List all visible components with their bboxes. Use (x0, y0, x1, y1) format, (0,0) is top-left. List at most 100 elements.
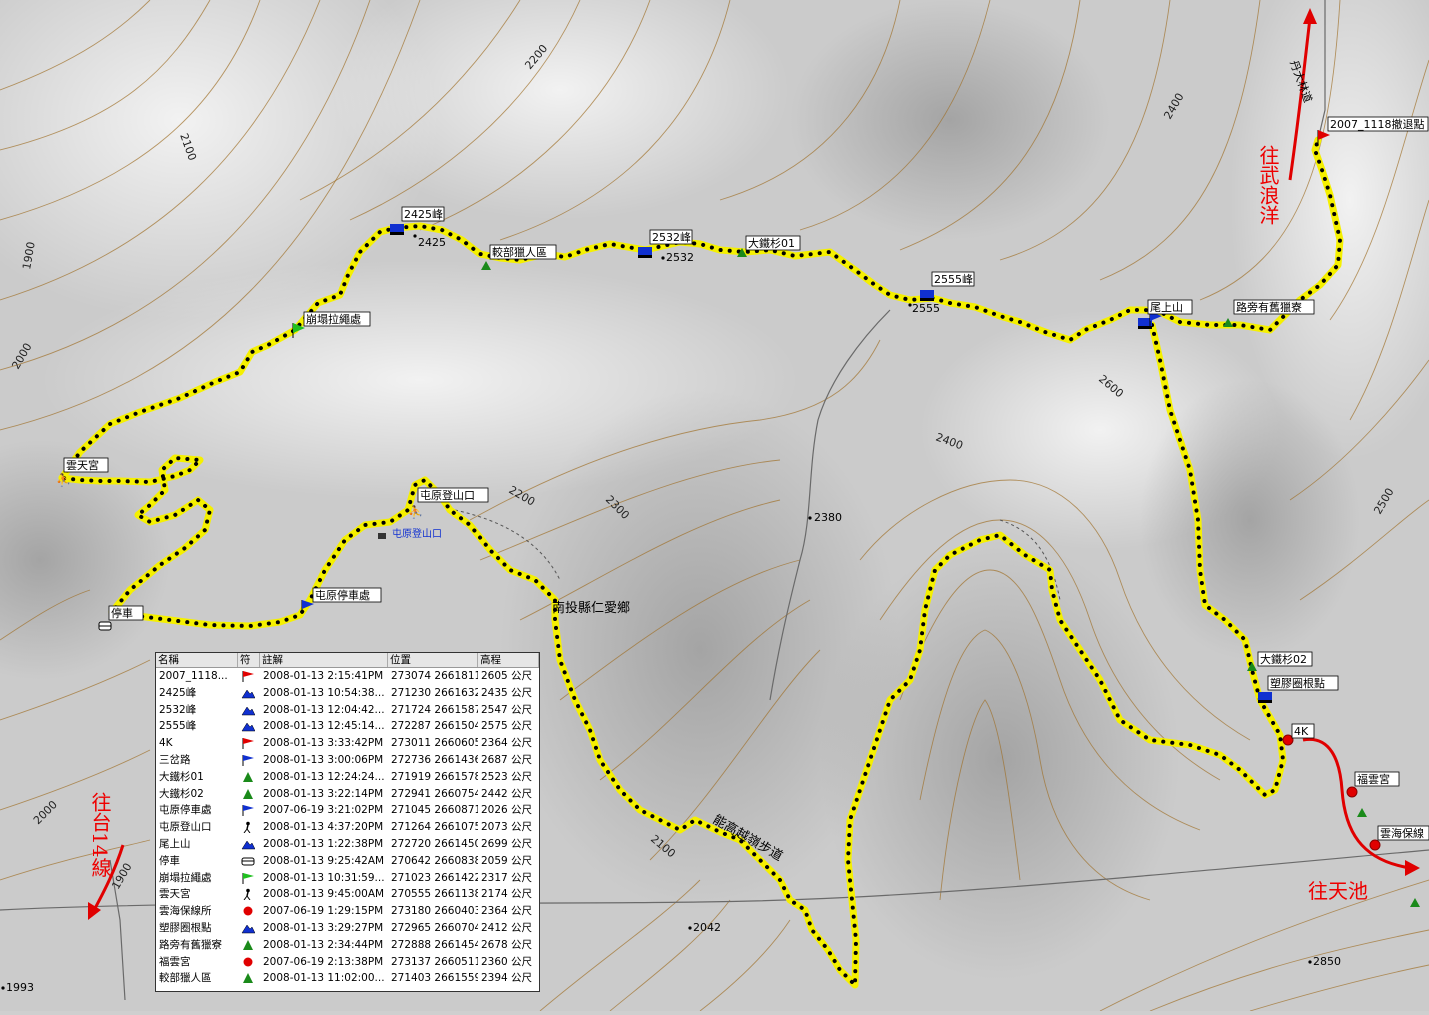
row-elevation: 2412 公尺 (481, 921, 533, 934)
table-row[interactable]: 較部獵人區 2008-01-13 11:02:00... 271403 266155… (156, 970, 539, 987)
row-name: 尾上山 (159, 837, 191, 850)
row-note: 2007-06-19 2:13:38PM (263, 955, 384, 968)
table-row[interactable]: 4K 2008-01-13 3:33:42PM 273011 2660605 2364… (156, 735, 539, 752)
row-name: 雲天宮 (159, 888, 191, 901)
hiker-icon (238, 886, 260, 903)
green-flag-icon (238, 870, 260, 887)
row-note: 2008-01-13 1:22:38PM (263, 837, 384, 850)
row-position: 273137 2660511 (391, 955, 478, 968)
row-elevation: 2026 公尺 (481, 804, 533, 817)
spot-height: 2555 (912, 302, 940, 315)
header-note[interactable]: 註解 (260, 653, 388, 667)
row-elevation: 2059 公尺 (481, 854, 533, 867)
row-elevation: 2678 公尺 (481, 938, 533, 951)
waypoint-label: 2532峰 (652, 231, 691, 244)
row-name: 屯原登山口 (159, 821, 212, 834)
row-elevation: 2360 公尺 (481, 955, 533, 968)
summit-icon (238, 718, 260, 735)
hillshade-dark (790, 0, 1110, 240)
waypoint-label: 屯原登山口 (392, 527, 442, 540)
table-row[interactable]: 大鐵杉02 2008-01-13 3:22:14PM 272941 2660754 2… (156, 786, 539, 803)
row-name: 屯原停車處 (159, 804, 212, 817)
row-position: 272941 2660754 (391, 787, 478, 800)
waypoint-label: 屯原登山口 (420, 488, 475, 502)
table-row[interactable]: 停車 2008-01-13 9:25:42AM 270642 2660838 2059… (156, 853, 539, 870)
hiker-icon: ⛹ (56, 472, 71, 487)
row-name: 路旁有舊獵寮 (159, 938, 222, 951)
table-row[interactable]: 屯原停車處 2007-06-19 3:21:02PM 271045 2660871 2… (156, 802, 539, 819)
row-note: 2008-01-13 2:15:41PM (263, 670, 384, 682)
red-dot-icon (1282, 734, 1294, 746)
row-name: 大鐵杉01 (159, 770, 204, 783)
row-elevation: 2364 公尺 (481, 737, 533, 750)
row-name: 較部獵人區 (159, 972, 212, 985)
row-name: 三岔路 (159, 753, 191, 766)
table-row[interactable]: 崩塌拉繩處 2008-01-13 10:31:59... 271023 266142… (156, 870, 539, 887)
spot-height: 2042 (693, 921, 721, 934)
red-flag-icon (238, 735, 260, 752)
row-note: 2008-01-13 4:37:20PM (263, 821, 384, 834)
row-note: 2008-01-13 12:45:14... (263, 720, 385, 733)
waypoint-label: 較部獵人區 (492, 245, 547, 259)
table-row[interactable]: 2425峰 2008-01-13 10:54:38... 271230 266163… (156, 685, 539, 702)
row-note: 2008-01-13 12:24:24... (263, 770, 385, 783)
summit-icon (238, 836, 260, 853)
table-row[interactable]: 雲天宮 2008-01-13 9:45:00AM 270555 2661138 217… (156, 886, 539, 903)
row-name: 崩塌拉繩處 (159, 871, 212, 884)
waypoint-label: 雲海保線 (1380, 826, 1424, 840)
row-note: 2008-01-13 2:34:44PM (263, 938, 384, 951)
row-position: 272965 2660704 (391, 921, 478, 934)
waypoint-label: 大鐵杉02 (1260, 652, 1307, 666)
table-row[interactable]: 三岔路 2008-01-13 3:00:06PM 272736 2661436 268… (156, 752, 539, 769)
row-elevation: 2364 公尺 (481, 905, 533, 918)
table-row[interactable]: 雲海保線所 2007-06-19 1:29:15PM 273180 2660403 2… (156, 903, 539, 920)
header-symbol[interactable]: 符 (238, 653, 260, 667)
row-note: 2008-01-13 9:25:42AM (263, 854, 385, 867)
row-note: 2008-01-13 10:54:38... (263, 686, 385, 699)
row-name: 雲海保線所 (159, 905, 212, 918)
red-dot-icon (238, 903, 260, 920)
table-row[interactable]: 2555峰 2008-01-13 12:45:14... 272287 266150… (156, 718, 539, 735)
red-flag-icon (238, 668, 260, 685)
header-position[interactable]: 位置 (388, 653, 478, 667)
row-note: 2008-01-13 3:29:27PM (263, 921, 384, 934)
waypoint-label: 崩塌拉繩處 (306, 312, 361, 326)
row-note: 2008-01-13 10:31:59... (263, 871, 385, 884)
table-row[interactable]: 塑膠圈根點 2008-01-13 3:29:27PM 272965 2660704 2… (156, 920, 539, 937)
table-row[interactable]: 尾上山 2008-01-13 1:22:38PM 272720 2661450 269… (156, 836, 539, 853)
row-name: 2555峰 (159, 720, 197, 733)
table-row[interactable]: 2532峰 2008-01-13 12:04:42... 271724 266158… (156, 702, 539, 719)
table-header: 名稱 符 註解 位置 高程 (156, 653, 539, 668)
row-note: 2007-06-19 3:21:02PM (263, 804, 384, 817)
table-body: 2007_1118... 2008-01-13 2:15:41PM 273074 2… (156, 668, 539, 987)
row-note: 2008-01-13 3:00:06PM (263, 753, 384, 766)
row-position: 272287 2661504 (391, 720, 478, 733)
spot-height-dot (808, 516, 812, 520)
row-position: 271045 2660871 (391, 804, 478, 817)
row-position: 273011 2660605 (391, 737, 478, 750)
spot-height-dot (1, 986, 5, 990)
row-note: 2008-01-13 11:02:00... (263, 972, 385, 985)
row-position: 273074 2661811 (391, 670, 478, 682)
table-row[interactable]: 屯原登山口 2008-01-13 4:37:20PM 271264 2661075 2… (156, 819, 539, 836)
car-icon (98, 621, 112, 631)
spot-height: 2850 (1313, 955, 1341, 968)
header-name[interactable]: 名稱 (156, 653, 238, 667)
header-elevation[interactable]: 高程 (478, 653, 539, 667)
table-row[interactable]: 路旁有舊獵寮 2008-01-13 2:34:44PM 272888 2661454… (156, 937, 539, 954)
car-icon (238, 853, 260, 870)
tree-icon (238, 786, 260, 803)
row-name: 2007_1118... (159, 670, 228, 682)
table-row[interactable]: 大鐵杉01 2008-01-13 12:24:24... 271919 266157… (156, 769, 539, 786)
row-position: 272888 2661454 (391, 938, 478, 951)
waypoint-label: 路旁有舊獵寮 (1236, 300, 1302, 314)
hillshade-dark (820, 540, 1180, 980)
waypoint-label: 福雲宮 (1357, 772, 1390, 786)
hiker-icon (238, 819, 260, 836)
table-row[interactable]: 福雲宮 2007-06-19 2:13:38PM 273137 2660511 236… (156, 954, 539, 971)
waypoint-label: 尾上山 (1150, 301, 1183, 314)
row-position: 271403 2661559 (391, 972, 478, 985)
row-elevation: 2317 公尺 (481, 871, 533, 884)
table-row[interactable]: 2007_1118... 2008-01-13 2:15:41PM 273074 2… (156, 668, 539, 685)
row-position: 271724 2661587 (391, 703, 478, 716)
